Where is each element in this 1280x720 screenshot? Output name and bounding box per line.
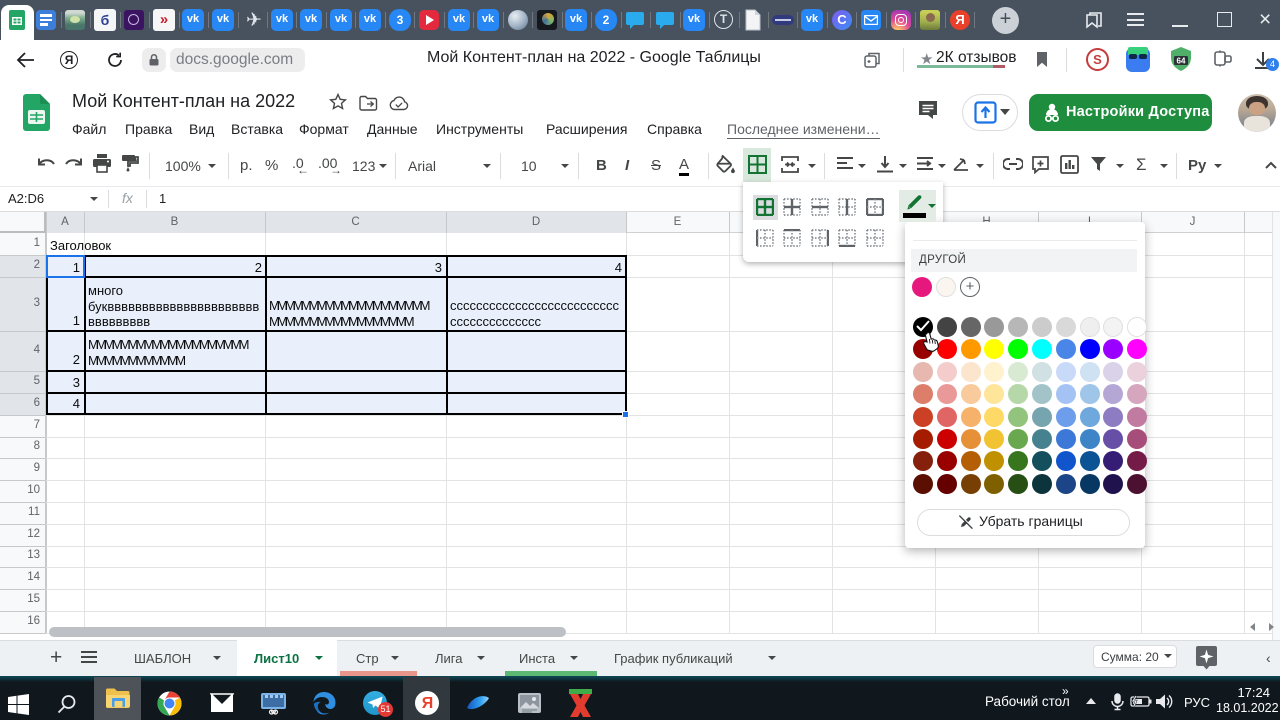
svg-text:64: 64 xyxy=(1177,57,1186,66)
